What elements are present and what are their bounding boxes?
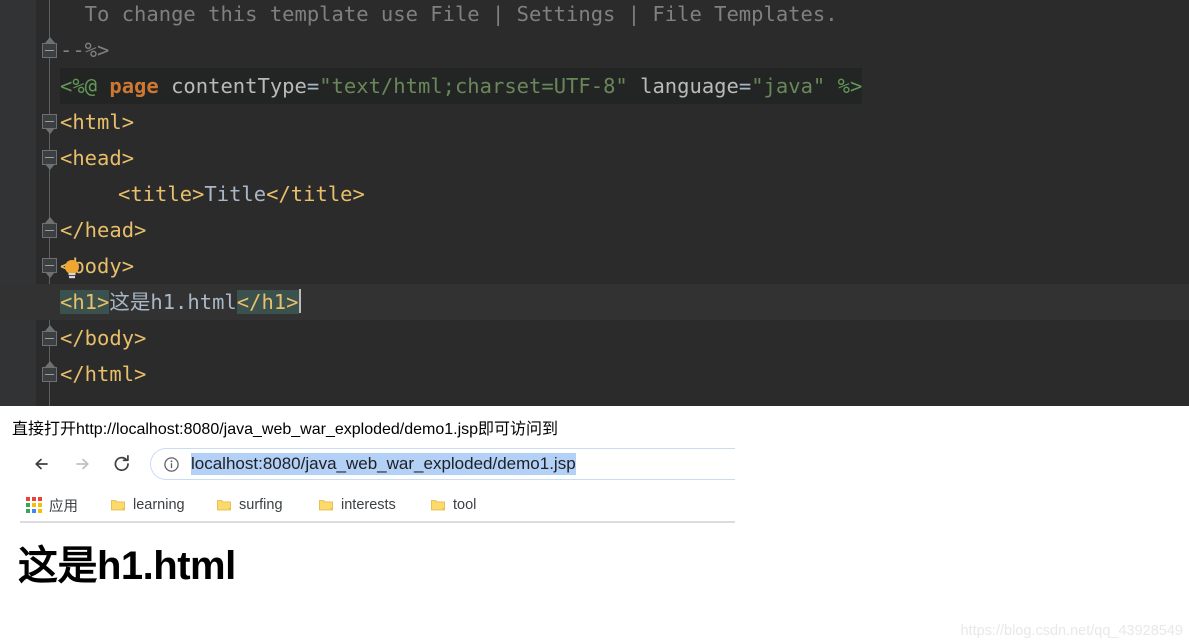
tag-h1-close: </h1> [236,290,299,314]
bookmarks-bar: 应用 learning surfing interests tool [0,488,735,524]
fold-collapse-icon[interactable] [42,361,57,382]
text-caret [298,289,301,313]
bookmarks-separator [20,521,735,523]
h1-inner-text: 这是h1.html [109,290,237,314]
page-heading: 这是h1.html [18,544,236,588]
jsp-close-token: %> [837,74,863,98]
bookmark-label: interests [341,497,396,513]
jsp-page-keyword: page [109,74,159,98]
value-contenttype: "text/html;charset=UTF-8" [319,74,628,98]
fold-collapse-icon[interactable] [42,325,57,346]
fold-collapse-icon[interactable] [42,37,57,58]
apps-grid-icon [26,497,42,513]
code-line-html-close[interactable]: </html> [0,356,1189,392]
title-line-text: <title>Title</title> [118,176,365,212]
code-line-head-close[interactable]: </head> [0,212,1189,248]
browser-panel: 直接打开http://localhost:8080/java_web_war_e… [0,406,1189,643]
comment-close-text: --%> [60,38,110,62]
bookmark-surfing[interactable]: surfing [216,492,283,518]
bookmark-label: tool [453,497,477,513]
annotation-text: 直接打开http://localhost:8080/java_web_war_e… [12,421,559,438]
bookmark-interests[interactable]: interests [318,492,396,518]
tag-title-close: </title> [266,182,365,206]
bookmark-tool[interactable]: tool [430,492,476,518]
browser-toolbar: localhost:8080/java_web_war_exploded/dem… [0,442,735,486]
reload-icon[interactable] [106,448,138,480]
bookmark-label: learning [133,497,185,513]
fold-collapse-icon[interactable] [42,217,57,238]
bookmark-label: surfing [239,497,283,513]
title-inner-text: Title [204,182,267,206]
tag-html-close: </html> [60,362,147,386]
code-line-jsp-directive[interactable]: <%@ page contentType="text/html;charset=… [0,68,1189,104]
bookmark-learning[interactable]: learning [110,492,185,518]
ide-editor-panel[interactable]: To change this template use File | Setti… [0,0,1189,406]
code-line-title[interactable]: <title>Title</title> [0,176,1189,212]
tag-html-open: <html> [60,110,135,134]
info-circle-icon[interactable] [163,456,180,473]
bookmark-apps[interactable]: 应用 [26,492,78,518]
folder-icon [110,497,126,513]
code-line-body-close[interactable]: </body> [0,320,1189,356]
code-line-comment-close[interactable]: --%> [0,32,1189,68]
code-line-body-open[interactable]: <body> [0,248,1189,284]
arrow-left-icon[interactable] [26,448,58,480]
value-language: "java" [751,74,826,98]
address-bar-url[interactable]: localhost:8080/java_web_war_exploded/dem… [191,453,576,475]
jsp-open-token: <%@ [60,74,98,98]
code-line-comment-tail[interactable]: To change this template use File | Setti… [0,0,1189,32]
code-area[interactable]: To change this template use File | Setti… [0,0,1189,406]
comment-text: To change this template use File | Setti… [60,2,838,26]
code-line-head-open[interactable]: <head> [0,140,1189,176]
attr-language: language [640,74,739,98]
code-line-html-open[interactable]: <html> [0,104,1189,140]
folder-icon [216,497,232,513]
jsp-directive-text: <%@ page contentType="text/html;charset=… [60,68,863,104]
tag-head-close: </head> [60,218,147,242]
tag-body-close: </body> [60,326,147,350]
code-line-h1[interactable]: <h1>这是h1.html</h1> [0,284,1189,320]
bookmark-label: 应用 [49,498,78,515]
arrow-right-icon [66,448,98,480]
watermark-text: https://blog.csdn.net/qq_43928549 [960,623,1183,639]
fold-collapse-icon[interactable] [42,114,57,134]
lightbulb-icon[interactable] [62,259,82,281]
tag-title-open: <title> [118,182,205,206]
folder-icon [430,497,446,513]
attr-contenttype: contentType [171,74,307,98]
fold-collapse-icon[interactable] [42,150,57,170]
h1-line-text: <h1>这是h1.html</h1> [60,284,301,320]
tag-h1-open: <h1> [60,290,110,314]
fold-collapse-icon[interactable] [42,258,57,278]
tag-head-open: <head> [60,146,135,170]
address-bar[interactable]: localhost:8080/java_web_war_exploded/dem… [150,448,735,480]
folder-icon [318,497,334,513]
